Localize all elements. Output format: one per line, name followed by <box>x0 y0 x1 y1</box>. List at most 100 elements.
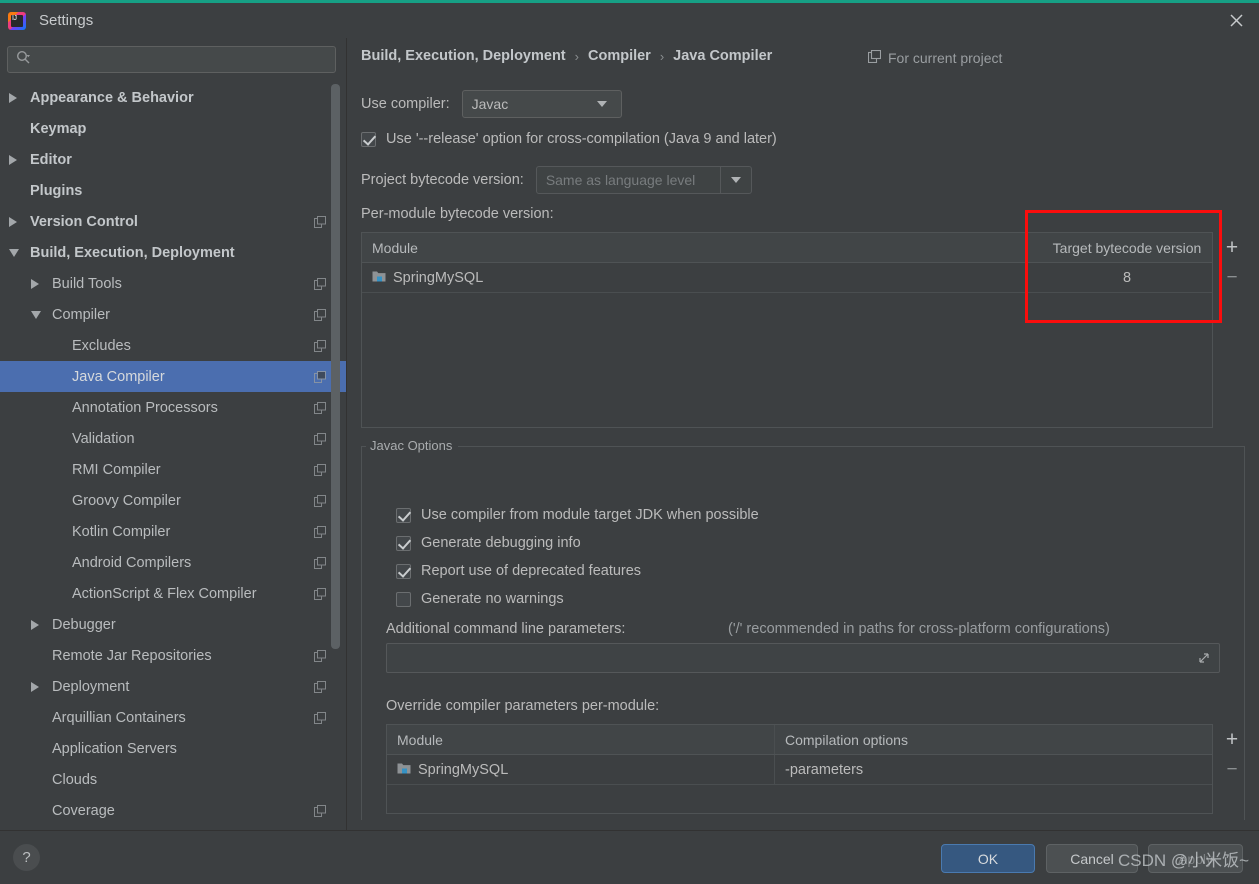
javac-option-row-1[interactable]: Generate debugging info <box>396 535 581 551</box>
javac-option-label-1: Generate debugging info <box>421 535 581 551</box>
table-header-row: Module Target bytecode version <box>362 233 1212 263</box>
javac-option-row-3[interactable]: Generate no warnings <box>396 591 564 607</box>
chevron-down-icon[interactable] <box>719 167 751 193</box>
sidebar-item-excludes[interactable]: Excludes <box>0 330 346 361</box>
sidebar-item-label: Keymap <box>30 120 87 137</box>
javac-option-row-2[interactable]: Report use of deprecated features <box>396 563 641 579</box>
release-option-checkbox[interactable] <box>361 131 376 147</box>
sidebar-item-groovy-compiler[interactable]: Groovy Compiler <box>0 485 346 516</box>
javac-option-checkbox-1[interactable] <box>396 535 411 551</box>
sidebar-item-android-compilers[interactable]: Android Compilers <box>0 547 346 578</box>
chevron-down-icon[interactable] <box>9 248 19 257</box>
javac-option-checkbox-2[interactable] <box>396 563 411 579</box>
intellij-idea-icon <box>8 11 26 30</box>
use-compiler-label: Use compiler: <box>361 96 450 112</box>
sidebar-item-actionscript-flex-compiler[interactable]: ActionScript & Flex Compiler <box>0 578 346 609</box>
override-params-table[interactable]: Module Compilation options SpringMySQL -… <box>386 724 1213 814</box>
sidebar-item-annotation-processors[interactable]: Annotation Processors <box>0 392 346 423</box>
chevron-right-icon[interactable] <box>31 278 39 289</box>
cell-module-label: SpringMySQL <box>393 269 484 286</box>
sidebar-item-compiler[interactable]: Compiler <box>0 299 346 330</box>
apply-button[interactable]: Apply <box>1148 844 1243 873</box>
copy-scope-icon <box>867 49 882 66</box>
chevron-right-icon[interactable] <box>9 154 17 165</box>
search-icon <box>16 50 31 70</box>
per-module-bytecode-table[interactable]: Module Target bytecode version SpringMyS… <box>361 232 1213 428</box>
javac-options-title: Javac Options <box>366 438 459 453</box>
expand-icon[interactable] <box>1197 651 1211 670</box>
breadcrumb-item-1[interactable]: Compiler <box>588 48 651 64</box>
column-header-module[interactable]: Module <box>387 725 775 754</box>
chevron-right-icon[interactable] <box>31 619 39 630</box>
sidebar-item-remote-jar-repositories[interactable]: Remote Jar Repositories <box>0 640 346 671</box>
additional-params-hint: ('/' recommended in paths for cross-plat… <box>728 621 1110 637</box>
sidebar-item-kotlin-compiler[interactable]: Kotlin Compiler <box>0 516 346 547</box>
chevron-right-icon[interactable] <box>9 92 17 103</box>
column-header-module[interactable]: Module <box>362 233 1042 262</box>
scope-indicator[interactable]: For current project <box>867 49 1003 66</box>
close-icon[interactable] <box>1213 3 1259 38</box>
project-scope-icon <box>314 308 326 321</box>
chevron-right-icon[interactable] <box>31 681 39 692</box>
sidebar-item-keymap[interactable]: Keymap <box>0 113 346 144</box>
sidebar-item-version-control[interactable]: Version Control <box>0 206 346 237</box>
use-compiler-row: Use compiler: Javac <box>361 90 622 118</box>
ok-button[interactable]: OK <box>941 844 1035 873</box>
project-bytecode-label: Project bytecode version: <box>361 172 524 188</box>
javac-option-label-0: Use compiler from module target JDK when… <box>421 507 759 523</box>
use-compiler-select[interactable]: Javac <box>461 90 622 118</box>
project-bytecode-select[interactable]: Same as language level <box>535 166 752 194</box>
project-scope-icon <box>314 680 326 693</box>
release-option-label: Use '--release' option for cross-compila… <box>386 131 777 147</box>
table-row[interactable]: SpringMySQL 8 <box>362 263 1212 293</box>
sidebar-item-appearance-behavior[interactable]: Appearance & Behavior <box>0 82 346 113</box>
module-icon <box>372 269 386 287</box>
breadcrumb: Build, Execution, Deployment › Compiler … <box>361 48 772 64</box>
release-option-row[interactable]: Use '--release' option for cross-compila… <box>361 131 777 147</box>
project-scope-icon <box>314 804 326 817</box>
per-module-label: Per-module bytecode version: <box>361 206 554 222</box>
project-scope-icon <box>314 401 326 414</box>
remove-override-button[interactable]: − <box>1219 754 1245 784</box>
cell-compilation-options[interactable]: -parameters <box>775 755 1212 784</box>
cancel-button[interactable]: Cancel <box>1046 844 1138 873</box>
cell-target-bytecode-version[interactable]: 8 <box>1042 263 1212 292</box>
breadcrumb-item-0[interactable]: Build, Execution, Deployment <box>361 48 566 64</box>
scope-label: For current project <box>888 50 1003 66</box>
sidebar-item-clouds[interactable]: Clouds <box>0 764 346 795</box>
additional-params-input[interactable] <box>386 643 1220 673</box>
sidebar-item-coverage[interactable]: Coverage <box>0 795 346 826</box>
sidebar-item-debugger[interactable]: Debugger <box>0 609 346 640</box>
sidebar-item-build-tools[interactable]: Build Tools <box>0 268 346 299</box>
settings-dialog: Settings Appearance & BehaviorK <box>0 0 1259 884</box>
javac-option-checkbox-0[interactable] <box>396 507 411 523</box>
sidebar-scrollbar-thumb[interactable] <box>331 84 340 649</box>
help-button[interactable]: ? <box>13 844 40 871</box>
javac-option-checkbox-3[interactable] <box>396 591 411 607</box>
table-row[interactable]: SpringMySQL -parameters <box>387 755 1212 785</box>
window-title: Settings <box>39 12 94 29</box>
sidebar-item-validation[interactable]: Validation <box>0 423 346 454</box>
settings-tree[interactable]: Appearance & Behavior Keymap Editor Plugins… <box>0 82 346 830</box>
chevron-right-icon[interactable] <box>9 216 17 227</box>
javac-option-row-0[interactable]: Use compiler from module target JDK when… <box>396 507 759 523</box>
column-header-target-bytecode-version[interactable]: Target bytecode version <box>1042 233 1212 262</box>
add-module-button[interactable]: + <box>1219 232 1245 262</box>
sidebar-item-rmi-compiler[interactable]: RMI Compiler <box>0 454 346 485</box>
column-header-compilation-options[interactable]: Compilation options <box>775 725 1212 754</box>
sidebar-item-editor[interactable]: Editor <box>0 144 346 175</box>
project-scope-icon <box>314 339 326 352</box>
sidebar-item-arquillian-containers[interactable]: Arquillian Containers <box>0 702 346 733</box>
sidebar-item-build-execution-deployment[interactable]: Build, Execution, Deployment <box>0 237 346 268</box>
remove-module-button[interactable]: − <box>1219 262 1245 292</box>
search-field-wrapper <box>7 46 336 73</box>
project-scope-icon <box>314 370 326 383</box>
chevron-down-icon[interactable] <box>31 310 41 319</box>
sidebar-item-application-servers[interactable]: Application Servers <box>0 733 346 764</box>
search-input[interactable] <box>31 52 335 67</box>
project-scope-icon <box>314 649 326 662</box>
sidebar-item-plugins[interactable]: Plugins <box>0 175 346 206</box>
add-override-button[interactable]: + <box>1219 724 1245 754</box>
sidebar-item-java-compiler[interactable]: Java Compiler <box>0 361 346 392</box>
sidebar-item-deployment[interactable]: Deployment <box>0 671 346 702</box>
